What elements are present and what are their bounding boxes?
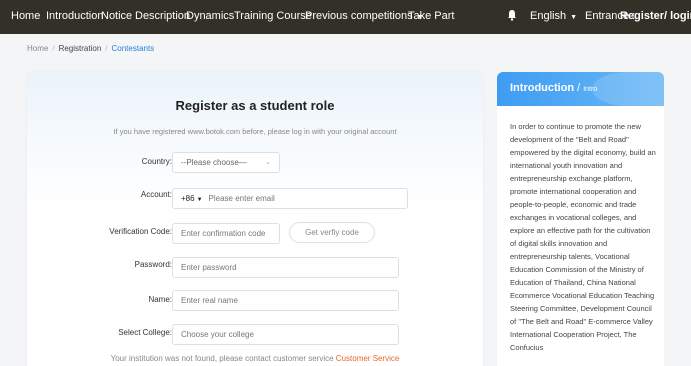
intro-title: Introduction / Intro xyxy=(510,82,597,94)
institution-notice-text: Your institution was not found, please c… xyxy=(110,354,334,363)
nav-previous-competitions[interactable]: Previous competitions ▼ xyxy=(305,10,424,22)
verification-code-placeholder: Enter confirmation code xyxy=(181,229,266,238)
chevron-down-icon: ▼ xyxy=(196,197,203,203)
name-label: Name: xyxy=(148,295,172,304)
language-select[interactable]: English ▼ xyxy=(530,10,577,22)
password-label: Password: xyxy=(134,260,172,269)
country-select[interactable]: --Please choose— ⌄ xyxy=(172,152,280,173)
top-nav: Home Introduction Notice Description Dyn… xyxy=(0,0,691,34)
chevron-down-icon: ⌄ xyxy=(265,159,271,166)
breadcrumb: Home / Registration / Contestants xyxy=(27,44,154,53)
form-subtitle: If you have registered www.botok.com bef… xyxy=(113,127,397,136)
title-separator: / xyxy=(577,82,581,94)
form-title: Register as a student role xyxy=(175,98,335,113)
account-input[interactable]: +86 ▼ Please enter email xyxy=(172,188,408,209)
account-placeholder: Please enter email xyxy=(208,194,275,203)
breadcrumb-separator: / xyxy=(52,44,55,53)
intro-body: In order to continue to promote the new … xyxy=(510,122,656,352)
college-placeholder: Choose your college xyxy=(181,330,254,339)
college-input[interactable]: Choose your college xyxy=(172,324,399,345)
name-placeholder: Enter real name xyxy=(181,296,238,305)
account-label: Account: xyxy=(140,190,172,199)
breadcrumb-contestants: Contestants xyxy=(111,44,155,53)
language-label: English xyxy=(530,10,567,22)
intro-title-text: Introduction xyxy=(510,82,575,94)
nav-training-course[interactable]: Training Course xyxy=(234,10,312,22)
bell-icon[interactable] xyxy=(507,9,517,21)
breadcrumb-registration[interactable]: Registration xyxy=(59,44,102,53)
password-placeholder: Enter password xyxy=(181,263,237,272)
institution-notice: Your institution was not found, please c… xyxy=(27,354,483,363)
nav-home[interactable]: Home xyxy=(11,10,40,22)
chevron-down-icon: ▼ xyxy=(570,14,578,21)
nav-notice[interactable]: Notice xyxy=(101,10,132,22)
get-verify-code-button[interactable]: Get verfiy code xyxy=(289,222,375,243)
nav-dynamics[interactable]: Dynamics xyxy=(186,10,234,22)
country-code-value: +86 xyxy=(181,194,195,203)
breadcrumb-separator: / xyxy=(105,44,108,53)
registration-card: Register as a student role If you have r… xyxy=(27,72,483,366)
country-label: Country: xyxy=(141,157,172,166)
verification-code-label: Verification Code: xyxy=(109,227,172,236)
customer-service-link[interactable]: Customer Service xyxy=(336,354,400,363)
intro-subtitle: Intro xyxy=(583,86,598,93)
register-login-text: Register/ login xyxy=(620,10,691,22)
register-login-link[interactable]: Register/ login xyxy=(620,10,691,22)
college-label: Select College: xyxy=(118,328,172,337)
country-code-select[interactable]: +86 ▼ xyxy=(181,194,203,203)
password-input[interactable]: Enter password xyxy=(172,257,399,278)
name-input[interactable]: Enter real name xyxy=(172,290,399,311)
country-value: --Please choose— xyxy=(181,158,247,167)
intro-header: Introduction / Intro xyxy=(497,72,664,106)
verification-code-input[interactable]: Enter confirmation code xyxy=(172,223,280,244)
breadcrumb-home[interactable]: Home xyxy=(27,44,48,53)
nav-take-part[interactable]: Take Part xyxy=(408,10,454,22)
nav-introduction[interactable]: Introduction xyxy=(46,10,103,22)
nav-previous-competitions-label: Previous competitions xyxy=(305,10,413,22)
nav-description[interactable]: Description xyxy=(135,10,190,22)
intro-panel: Introduction / Intro In order to continue … xyxy=(497,72,664,366)
header-decoration xyxy=(592,72,664,106)
